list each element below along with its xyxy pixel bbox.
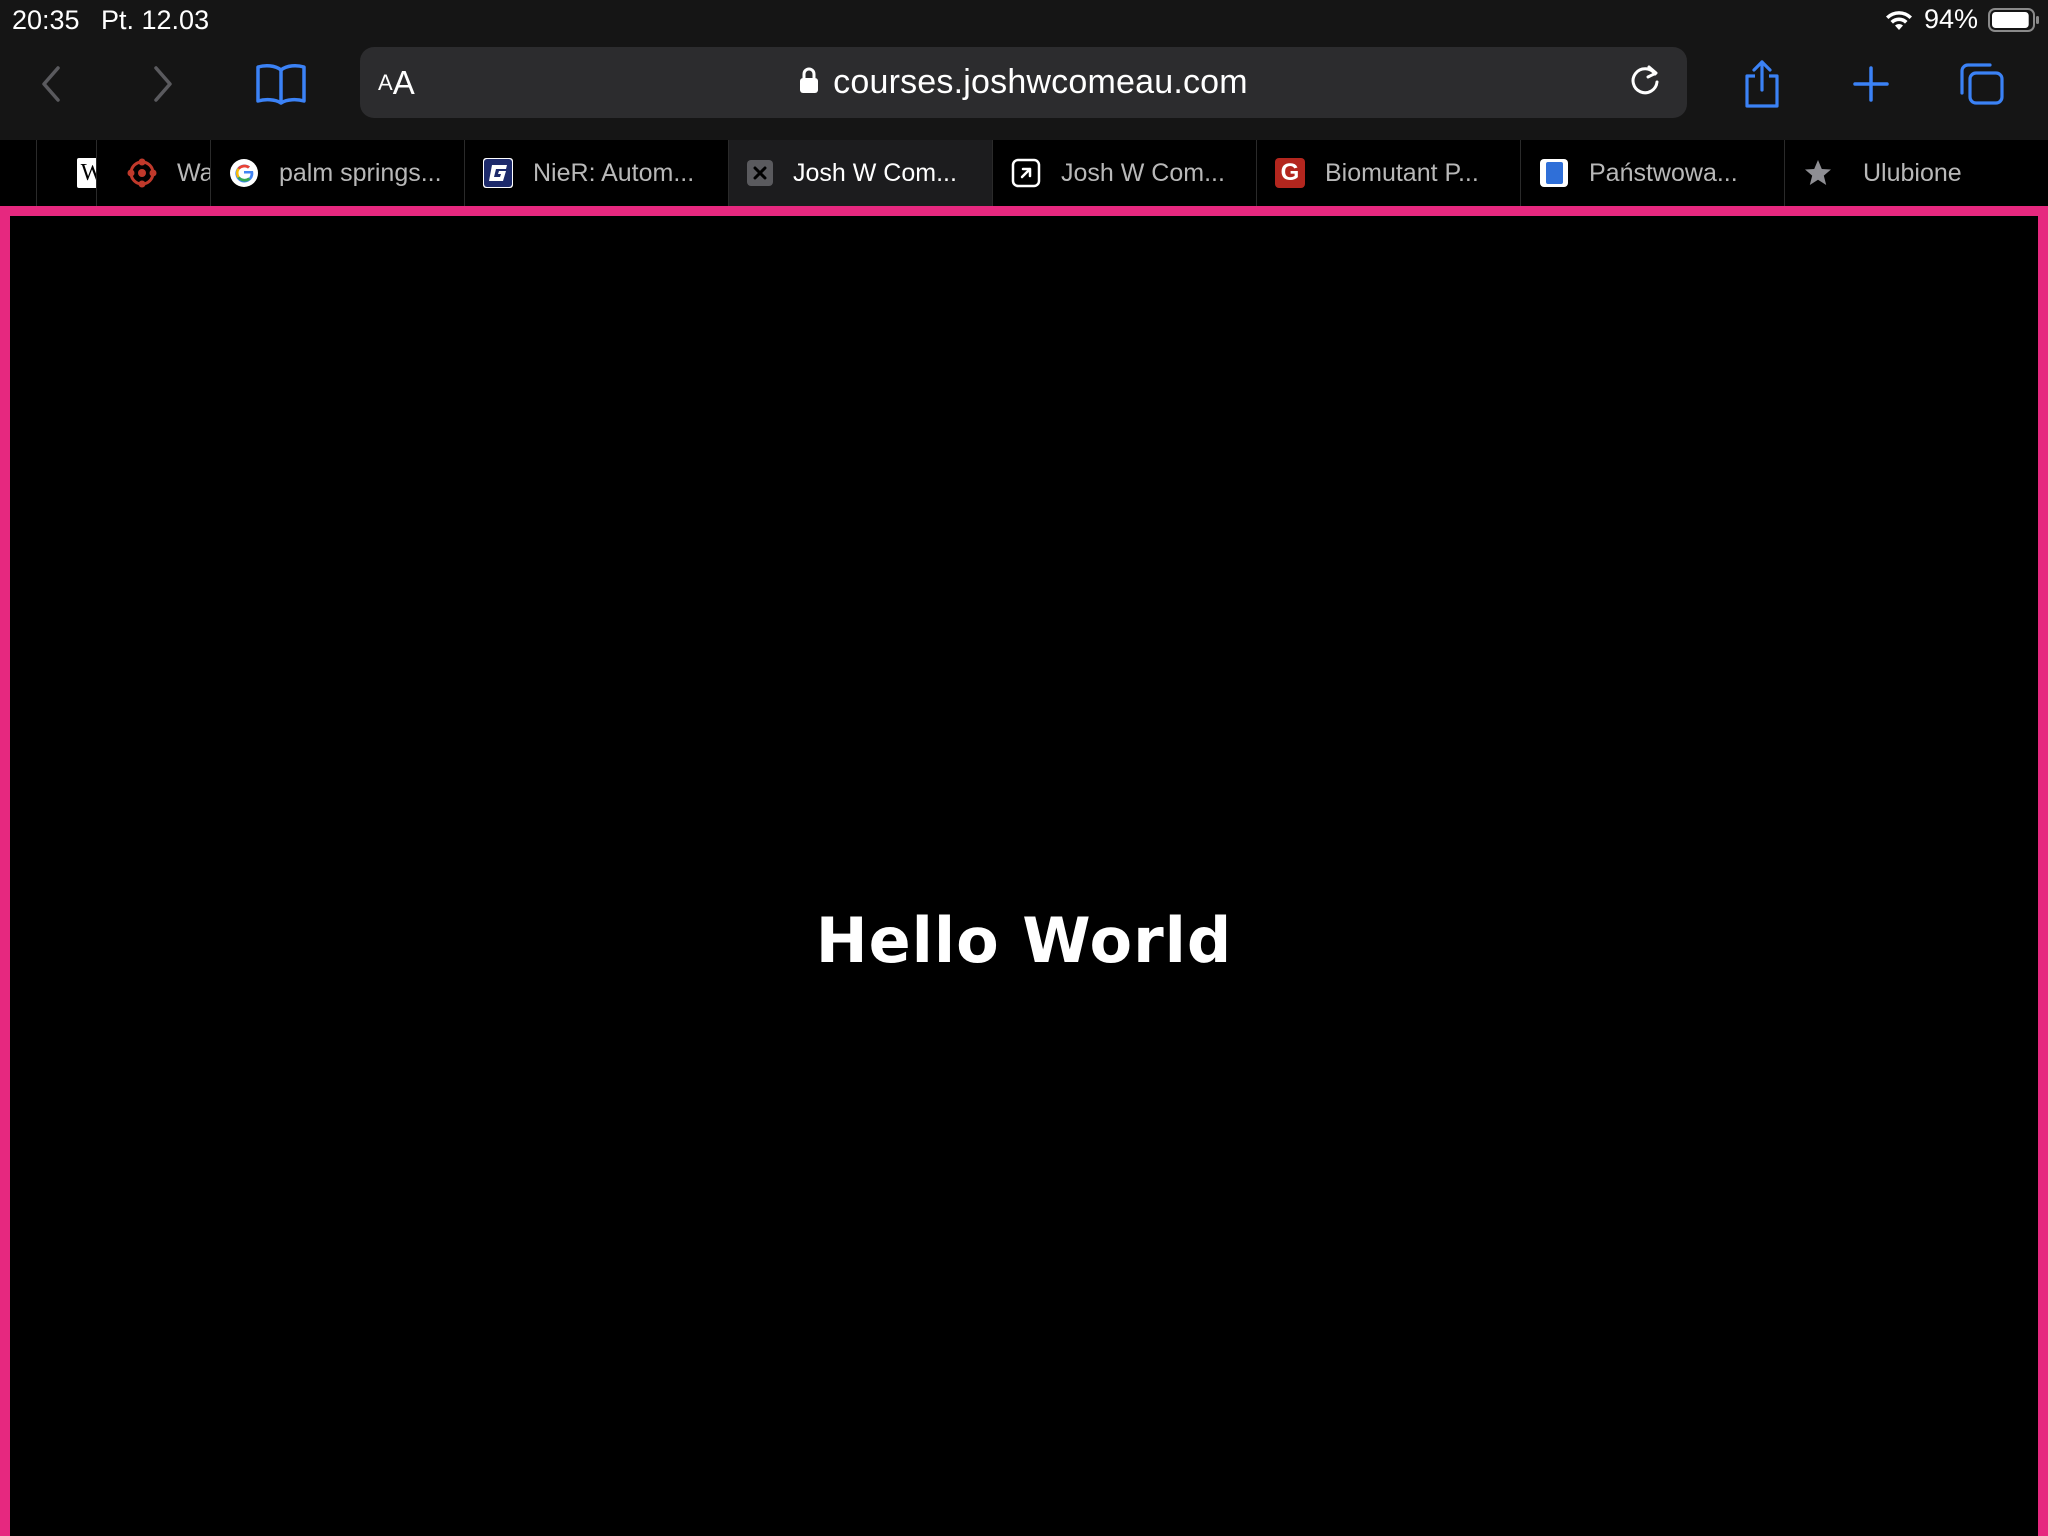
tab-label: palm springs... — [279, 158, 442, 187]
tab-palm-springs[interactable]: palm springs... — [210, 140, 464, 206]
reload-icon — [1627, 63, 1663, 104]
wikipedia-icon: W — [77, 158, 96, 188]
tab-label: Josh W Com... — [793, 158, 957, 187]
star-icon — [1803, 158, 1833, 188]
tab-bar: W Wa palm springs... — [0, 140, 2048, 206]
tab-ulubione[interactable]: Ulubione — [1784, 140, 2048, 206]
tab-panstwowa[interactable]: Państwowa... — [1520, 140, 1784, 206]
blue-book-icon — [1539, 158, 1569, 188]
gamefaqs-icon — [483, 158, 513, 188]
tab-label: NieR: Autom... — [533, 158, 695, 187]
status-indicators: 94% — [1884, 4, 2040, 35]
tab-label: Państwowa... — [1589, 158, 1738, 187]
lock-icon — [799, 66, 819, 99]
tab-nier[interactable]: NieR: Autom... — [464, 140, 728, 206]
tab-josh-comeau-active[interactable]: Josh W Com... — [728, 140, 992, 206]
battery-percent: 94% — [1923, 4, 1978, 34]
tab-biomutant[interactable]: G Biomutant P... — [1256, 140, 1520, 206]
book-icon — [255, 62, 307, 111]
google-icon — [229, 158, 259, 188]
tab-label: Wa — [177, 158, 210, 187]
g-red-icon: G — [1275, 158, 1305, 188]
status-time: 20:35 — [12, 5, 80, 35]
close-icon[interactable] — [747, 160, 773, 186]
wifi-icon — [1884, 8, 1914, 32]
browser-toolbar: AA courses.joshwcomeau.com — [0, 44, 2048, 140]
bookmarks-button[interactable] — [253, 58, 309, 114]
tab-label: Biomutant P... — [1325, 158, 1479, 187]
tab-wa[interactable]: Wa — [96, 140, 210, 206]
share-icon — [1742, 59, 1782, 114]
tab-wikipedia[interactable]: W — [36, 140, 96, 206]
back-button[interactable] — [24, 58, 80, 114]
battery-icon — [1988, 7, 2040, 33]
ign-icon — [127, 158, 157, 188]
new-tab-button[interactable] — [1843, 58, 1899, 114]
page-content: Hello World — [10, 216, 2038, 1536]
page-content-frame: Hello World — [0, 206, 2048, 1536]
forward-button[interactable] — [134, 58, 190, 114]
tab-overview-button[interactable] — [1954, 58, 2010, 114]
tab-label: Ulubione — [1863, 158, 1962, 187]
reload-button[interactable] — [1617, 55, 1673, 111]
url-text: courses.joshwcomeau.com — [833, 63, 1248, 101]
status-bar: 20:35 Pt. 12.03 94% — [0, 0, 2048, 44]
page-heading: Hello World — [815, 904, 1233, 977]
chevron-left-icon — [32, 62, 72, 111]
chevron-right-icon — [142, 62, 182, 111]
tab-label: Josh W Com... — [1061, 158, 1225, 187]
external-link-icon — [1011, 158, 1041, 188]
tabs-icon — [1958, 61, 2006, 112]
url-display[interactable]: courses.joshwcomeau.com — [360, 47, 1687, 118]
tab-josh-comeau[interactable]: Josh W Com... — [992, 140, 1256, 206]
share-button[interactable] — [1734, 58, 1790, 114]
status-date: Pt. 12.03 — [101, 5, 210, 35]
plus-icon — [1851, 64, 1891, 109]
address-bar[interactable]: AA courses.joshwcomeau.com — [360, 47, 1687, 118]
